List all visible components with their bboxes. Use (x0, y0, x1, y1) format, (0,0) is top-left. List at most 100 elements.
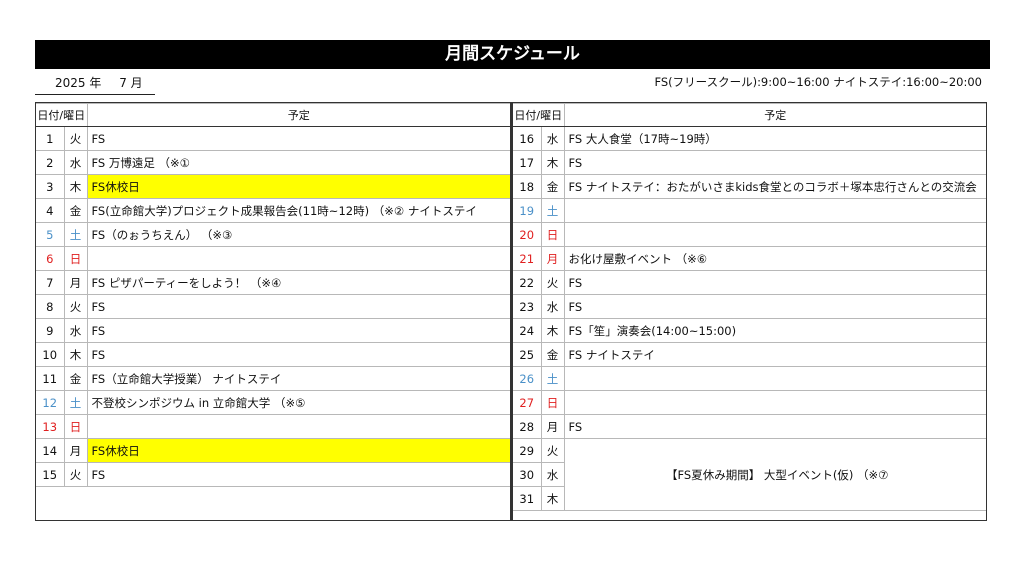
day-of-week: 月 (540, 414, 565, 439)
day-number: 12 (36, 390, 65, 415)
day-number: 8 (36, 294, 65, 319)
plan-entry: FS (563, 294, 986, 319)
plan-entry: FS (563, 270, 986, 295)
plan-entry (563, 366, 986, 391)
day-number: 14 (36, 438, 65, 463)
schedule-row: 23 水 FS (513, 294, 986, 319)
day-of-week: 土 (63, 222, 88, 247)
schedule-row: 7 月 FS ピザパーティーをしよう！ （※④ (36, 270, 510, 295)
day-of-week: 金 (540, 342, 565, 367)
schedule-row: 2 水 FS 万博遠足 （※① (36, 150, 510, 175)
schedule-row: 27 日 (513, 390, 986, 415)
day-of-week: 木 (540, 150, 565, 175)
day-number: 29 (513, 438, 542, 463)
empty-row (36, 486, 510, 510)
schedule-row: 12 土不登校シンポジウム in 立命館大学 （※⑤ (36, 390, 510, 415)
day-number: 22 (513, 270, 542, 295)
right-table-body: 16 水 FS 大人食堂（17時~19時） 17 木 FS 18 金 FS ナイトステイ：おたが… (513, 126, 986, 511)
plan-entry: FS「笙」演奏会(14:00~15:00) (563, 318, 986, 343)
day-of-week: 土 (63, 390, 88, 415)
day-of-week: 土 (540, 366, 565, 391)
left-table-body: 1 火 FS 2 水 FS 万博遠足 （※① 3 木 FS休校日 4 金 FS(立命館大学)プロジェク… (36, 126, 510, 510)
plan-entry: FS (86, 294, 510, 319)
day-of-week: 土 (540, 198, 565, 223)
plan-entry (86, 414, 510, 439)
day-of-week: 火 (540, 270, 565, 295)
day-number: 24 (513, 318, 542, 343)
day-of-week: 金 (540, 174, 565, 199)
header-plan: 予定 (86, 103, 510, 127)
day-number: 9 (36, 318, 65, 343)
hours-note: FS(フリースクール):9:00~16:00 ナイトステイ:16:00~20:0… (654, 75, 982, 89)
day-of-week: 日 (63, 246, 88, 271)
plan-entry: FS ピザパーティーをしよう！ （※④ (86, 270, 510, 295)
day-number: 21 (513, 246, 542, 271)
year-label: 2025 年 (55, 76, 102, 90)
day-of-week: 水 (540, 126, 565, 151)
day-of-week: 日 (540, 222, 565, 247)
schedule-row: 14 月 FS休校日 (36, 438, 510, 463)
plan-entry (563, 222, 986, 247)
day-number: 30 (513, 462, 542, 487)
empty-cell (36, 486, 510, 510)
day-number: 28 (513, 414, 542, 439)
plan-entry: FS ナイトステイ：おたがいさまkids食堂とのコラボ＋塚本忠行さんとの交流会 (563, 174, 986, 199)
day-of-week: 水 (63, 318, 88, 343)
day-number: 15 (36, 462, 65, 487)
plan-entry: FS (86, 462, 510, 487)
day-number: 10 (36, 342, 65, 367)
day-of-week: 火 (540, 438, 565, 463)
summer-event-entry: 【FS夏休み期間】 大型イベント(仮) （※⑦ (563, 438, 986, 511)
plan-entry: FS（立命館大学授業） ナイトステイ (86, 366, 510, 391)
day-of-week: 月 (540, 246, 565, 271)
day-number: 2 (36, 150, 65, 175)
day-of-week: 日 (63, 414, 88, 439)
schedule-row: 5 土 FS（のぉうちえん） （※③ (36, 222, 510, 247)
schedule-row: 3 木 FS休校日 (36, 174, 510, 199)
schedule-row: 6日 (36, 246, 510, 271)
day-number: 26 (513, 366, 542, 391)
day-of-week: 木 (63, 342, 88, 367)
schedule-row: 20 日 (513, 222, 986, 247)
day-number: 5 (36, 222, 65, 247)
page-title: 月間スケジュール (35, 40, 990, 69)
schedule-row: 25 金 FS ナイトステイ (513, 342, 986, 367)
day-of-week: 木 (63, 174, 88, 199)
day-of-week: 火 (63, 462, 88, 487)
day-of-week: 金 (63, 366, 88, 391)
schedule-row: 22 火 FS (513, 270, 986, 295)
day-of-week: 木 (540, 318, 565, 343)
day-number: 4 (36, 198, 65, 223)
schedule-row: 4 金 FS(立命館大学)プロジェクト成果報告会(11時~12時) （※② ナイトス… (36, 198, 510, 223)
schedule-row: 15 火 FS (36, 462, 510, 487)
year-month-label: 2025 年 7 月 (35, 74, 155, 95)
schedule-row: 16 水 FS 大人食堂（17時~19時） (513, 126, 986, 151)
schedule-row: 17 木 FS (513, 150, 986, 175)
schedule-row: 26 土 (513, 366, 986, 391)
day-number: 17 (513, 150, 542, 175)
day-number: 11 (36, 366, 65, 391)
header-date-dow: 日付/曜日 (513, 103, 565, 127)
day-of-week: 水 (540, 462, 564, 487)
plan-entry: FS (563, 414, 986, 439)
plan-entry: FS (86, 318, 510, 343)
day-number: 18 (513, 174, 542, 199)
day-number: 3 (36, 174, 65, 199)
schedule-row: 1 火 FS (36, 126, 510, 151)
plan-entry: お化け屋敷イベント （※⑥ (563, 246, 986, 271)
schedule-table-first-half: 日付/曜日 予定 1 火 FS 2 水 FS 万博遠足 （※① 3 木 FS休校日 4 金 FS(立命… (35, 102, 511, 521)
plan-entry: FS 万博遠足 （※① (86, 150, 510, 175)
schedule-row: 29 火【FS夏休み期間】 大型イベント(仮) （※⑦ (513, 438, 986, 511)
plan-entry (563, 390, 986, 415)
schedule-row: 10 木 FS (36, 342, 510, 367)
day-of-week: 月 (63, 270, 88, 295)
day-of-week: 月 (63, 438, 88, 463)
schedule-row: 8 火 FS (36, 294, 510, 319)
day-of-week: 日 (540, 390, 565, 415)
day-number: 1 (36, 126, 65, 151)
day-number: 20 (513, 222, 542, 247)
day-number: 6 (36, 246, 65, 271)
schedule-row: 19 土 (513, 198, 986, 223)
plan-entry: 不登校シンポジウム in 立命館大学 （※⑤ (86, 390, 510, 415)
day-of-week: 火 (63, 126, 88, 151)
